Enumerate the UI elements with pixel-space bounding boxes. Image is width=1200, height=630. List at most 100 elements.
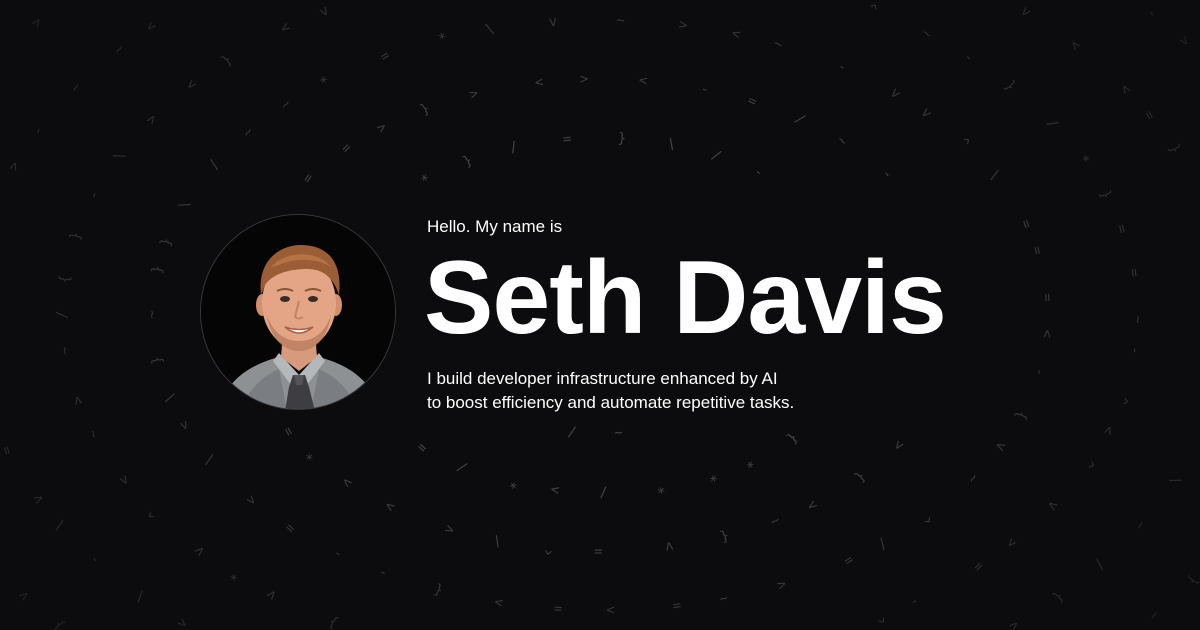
pattern-glyph: }: [157, 236, 175, 248]
pattern-glyph: =: [970, 558, 987, 575]
pattern-glyph: v: [263, 586, 279, 604]
pattern-glyph: }: [1165, 142, 1183, 156]
pattern-glyph: \: [201, 452, 219, 467]
pattern-glyph: }: [1184, 572, 1200, 588]
pattern-glyph: ^: [544, 540, 555, 557]
pattern-glyph: }: [418, 100, 433, 118]
pattern-glyph: *: [227, 566, 244, 583]
pattern-glyph: ~: [616, 12, 625, 28]
pattern-glyph: =: [378, 47, 393, 65]
pattern-glyph: >: [467, 85, 481, 103]
pattern-glyph: *: [436, 30, 450, 48]
pattern-glyph: *: [654, 479, 666, 496]
pattern-glyph: ~: [85, 427, 103, 440]
pattern-glyph: ~: [239, 124, 257, 140]
pattern-glyph: =: [1125, 268, 1142, 278]
pattern-glyph: ~: [918, 25, 934, 43]
pattern-glyph: {: [718, 527, 731, 545]
pattern-glyph: \: [132, 587, 149, 604]
pattern-glyph: /: [566, 423, 577, 440]
pattern-glyph: /: [792, 110, 808, 128]
pattern-glyph: >: [374, 119, 390, 137]
og-card: ~ / {* * * / > * / = *} / =} \ / - {> ~ {v = ^ \ < > > * = = = >} > < > <…: [0, 0, 1200, 630]
pattern-glyph: v: [1044, 498, 1062, 514]
pattern-glyph: <: [443, 520, 457, 538]
pattern-glyph: v: [29, 492, 47, 507]
pattern-glyph: -: [834, 58, 850, 76]
pattern-glyph: *: [508, 474, 521, 492]
pattern-glyph: }: [1096, 188, 1114, 201]
pattern-glyph: -: [85, 189, 103, 202]
pattern-glyph: \: [161, 391, 179, 404]
pattern-glyph: v: [887, 85, 904, 103]
pattern-glyph: ~: [111, 41, 129, 58]
pattern-glyph: ~: [57, 346, 74, 356]
pattern-glyph: ~: [144, 310, 160, 318]
profile-photo: [200, 214, 396, 410]
pattern-glyph: =: [280, 424, 298, 439]
pattern-glyph: -: [1031, 366, 1048, 377]
pattern-glyph: =: [282, 519, 299, 536]
pattern-glyph: =: [745, 93, 759, 111]
pattern-glyph: *: [741, 453, 757, 471]
pattern-glyph: ~: [1131, 517, 1149, 532]
pattern-glyph: <: [775, 575, 789, 593]
pattern-glyph: =: [0, 444, 16, 457]
pattern-glyph: =: [671, 597, 682, 614]
pattern-glyph: -: [1126, 345, 1143, 355]
pattern-glyph: {: [1050, 588, 1067, 605]
pattern-glyph: /: [709, 147, 724, 165]
pattern-glyph: /: [599, 484, 608, 500]
pattern-glyph: <: [277, 19, 293, 37]
pattern-glyph: ~: [1130, 315, 1146, 324]
pattern-glyph: {: [57, 274, 74, 284]
pattern-glyph: ^: [916, 509, 933, 526]
pattern-glyph: >: [606, 602, 615, 618]
pattern-glyph: ~: [613, 424, 623, 441]
pattern-glyph: =: [299, 170, 317, 186]
pattern-glyph: }: [460, 152, 475, 170]
pattern-glyph: =: [338, 140, 355, 157]
pattern-glyph: ^: [872, 608, 887, 626]
pattern-glyph: *: [317, 73, 333, 91]
pattern-glyph: ~: [67, 80, 85, 96]
pattern-glyph: }: [1001, 78, 1019, 95]
pattern-glyph: >: [339, 473, 356, 490]
pattern-glyph: }: [326, 613, 341, 630]
pattern-glyph: }: [617, 130, 627, 147]
pattern-glyph: <: [142, 18, 159, 35]
pattern-glyph: -: [1143, 5, 1161, 22]
pattern-glyph: =: [594, 543, 602, 559]
pattern-glyph: {: [1012, 408, 1030, 421]
pattern-glyph: <: [534, 74, 545, 91]
pattern-glyph: =: [1140, 108, 1158, 123]
pattern-glyph: >: [69, 394, 87, 406]
pattern-glyph: ~: [767, 512, 782, 530]
pattern-glyph: *: [303, 447, 321, 463]
pattern-glyph: ~: [771, 36, 785, 54]
pattern-glyph: -: [698, 81, 711, 99]
pattern-glyph: >: [1175, 33, 1193, 49]
pattern-glyph: >: [889, 437, 907, 453]
pattern-glyph: ~: [1145, 606, 1163, 623]
pattern-glyph: *: [418, 171, 435, 189]
pattern-glyph: \: [111, 149, 129, 164]
pattern-glyph: <: [116, 473, 134, 488]
pattern-glyph: \: [1166, 473, 1184, 487]
pattern-glyph: {: [784, 429, 801, 446]
pattern-glyph: }: [67, 230, 84, 242]
pattern-glyph: {: [851, 468, 868, 485]
tagline-line-1: I build developer infrastructure enhance…: [427, 369, 778, 388]
pattern-glyph: ~: [717, 589, 730, 607]
pattern-glyph: =: [1017, 218, 1035, 231]
pattern-glyph: ^: [1113, 394, 1131, 406]
pattern-glyph: <: [1039, 329, 1056, 339]
pattern-glyph: v: [548, 14, 558, 31]
pattern-glyph: -: [29, 124, 47, 139]
pattern-glyph: <: [729, 25, 742, 43]
pattern-glyph: >: [6, 160, 24, 174]
pattern-glyph: v: [317, 2, 332, 20]
pattern-glyph: v: [917, 105, 934, 122]
pattern-glyph: <: [1005, 616, 1022, 630]
pattern-glyph: =: [553, 600, 563, 617]
